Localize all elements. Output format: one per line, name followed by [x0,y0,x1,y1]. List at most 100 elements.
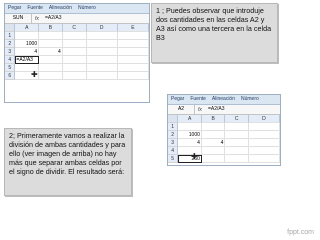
table-row: 4 [168,147,280,155]
row-header[interactable]: 3 [168,139,179,147]
column-header[interactable]: B [201,115,226,123]
ribbon-tab[interactable]: Alineación [46,4,75,13]
formula-input[interactable]: =A2/A3 [42,14,62,23]
cell[interactable] [62,48,87,56]
cell[interactable]: =A2/A3 [15,56,40,64]
cell[interactable]: 4 [39,48,63,56]
row-header[interactable]: 6 [5,72,16,80]
cell[interactable] [62,56,87,64]
fx-icon[interactable]: fx [195,107,205,113]
cell[interactable] [225,139,249,147]
row-header[interactable]: 2 [5,40,16,48]
cell[interactable] [86,40,118,48]
name-box[interactable]: SUN [5,14,32,23]
cell[interactable] [15,32,40,40]
cell[interactable] [62,32,87,40]
column-header[interactable]: D [86,24,118,32]
table-row: 2 1000 [168,131,280,139]
cell[interactable] [225,131,249,139]
cell[interactable] [225,155,249,163]
row-header[interactable]: 4 [5,56,16,64]
cell[interactable] [248,147,280,155]
cell[interactable] [86,64,118,72]
cell[interactable] [62,72,87,80]
ribbon-tab[interactable]: Pegar [168,95,187,104]
row-header[interactable]: 1 [168,123,179,131]
cell[interactable] [117,40,149,48]
cell[interactable]: 4 [15,48,40,56]
ribbon-tab[interactable]: Pegar [5,4,24,13]
cell[interactable] [62,40,87,48]
cell[interactable] [117,64,149,72]
cell[interactable] [39,32,63,40]
formula-bar: SUN fx =A2/A3 [5,14,149,24]
cell[interactable] [117,48,149,56]
cell[interactable]: 4 [201,139,226,147]
cell[interactable] [248,131,280,139]
cell[interactable] [39,40,63,48]
cell[interactable] [86,32,118,40]
cell[interactable] [248,123,280,131]
column-header[interactable]: A [15,24,40,32]
cell[interactable] [39,56,63,64]
callout-text: 2; Primeramente vamos a realizar la divi… [9,131,126,176]
cell[interactable] [39,72,63,80]
cell[interactable] [117,72,149,80]
column-header[interactable]: C [225,115,249,123]
ribbon-tab[interactable]: Fuente [187,95,209,104]
column-header[interactable]: D [248,115,280,123]
cell[interactable] [248,139,280,147]
cell[interactable] [62,64,87,72]
column-header[interactable]: B [39,24,63,32]
callout-step-2: 2; Primeramente vamos a realizar la divi… [4,128,132,196]
spreadsheet-screenshot-2: Pegar Fuente Alineación Número A2 fx =A2… [167,94,281,166]
row-header[interactable]: 1 [5,32,16,40]
cell[interactable] [117,56,149,64]
ribbon: Pegar Fuente Alineación Número [168,95,280,105]
select-all-corner[interactable] [168,115,179,123]
cell[interactable] [201,147,226,155]
cell[interactable]: 4 [178,139,202,147]
row-header[interactable]: 2 [168,131,179,139]
cell[interactable]: 1000 [15,40,40,48]
formula-input[interactable]: =A2/A3 [205,105,225,114]
cell[interactable] [225,123,249,131]
table-row: 5 [5,64,149,72]
cell[interactable] [248,155,280,163]
ribbon-tab[interactable]: Número [75,4,99,13]
table-row: 344 [5,48,149,56]
spreadsheet-screenshot-1: Pegar Fuente Alineación Número SUN fx =A… [4,3,150,103]
row-header[interactable]: 5 [168,155,179,163]
column-header[interactable]: A [178,115,202,123]
footer-watermark: fppt.com [287,229,314,236]
column-header[interactable]: C [62,24,87,32]
row-header[interactable]: 3 [5,48,16,56]
cell[interactable] [178,123,202,131]
ribbon-tab[interactable]: Alineación [209,95,238,104]
ribbon-tab[interactable]: Fuente [24,4,46,13]
cell[interactable] [201,155,226,163]
cell[interactable] [201,131,226,139]
name-box[interactable]: A2 [168,105,195,114]
cell[interactable] [201,123,226,131]
row-header[interactable]: 4 [168,147,179,155]
cell[interactable] [225,147,249,155]
cell-grid: A B C D 1 2 1000 3 4 4 4 5 250 [168,115,280,163]
cell[interactable] [86,56,118,64]
row-header[interactable]: 5 [5,64,16,72]
cell[interactable] [86,72,118,80]
callout-text: 1 ; Puedes observar que introduje dos ca… [156,6,272,42]
column-header[interactable]: E [117,24,149,32]
table-row: 2 1000 [5,40,149,48]
cell[interactable] [117,32,149,40]
ribbon: Pegar Fuente Alineación Número [5,4,149,14]
fx-icon[interactable]: fx [32,16,42,22]
cell[interactable]: 1000 [178,131,202,139]
cell[interactable] [39,64,63,72]
formula-bar: A2 fx =A2/A3 [168,105,280,115]
table-row: 1 [168,123,280,131]
cell[interactable] [86,48,118,56]
table-row: 1 [5,32,149,40]
select-all-corner[interactable] [5,24,16,32]
ribbon-tab[interactable]: Número [238,95,262,104]
